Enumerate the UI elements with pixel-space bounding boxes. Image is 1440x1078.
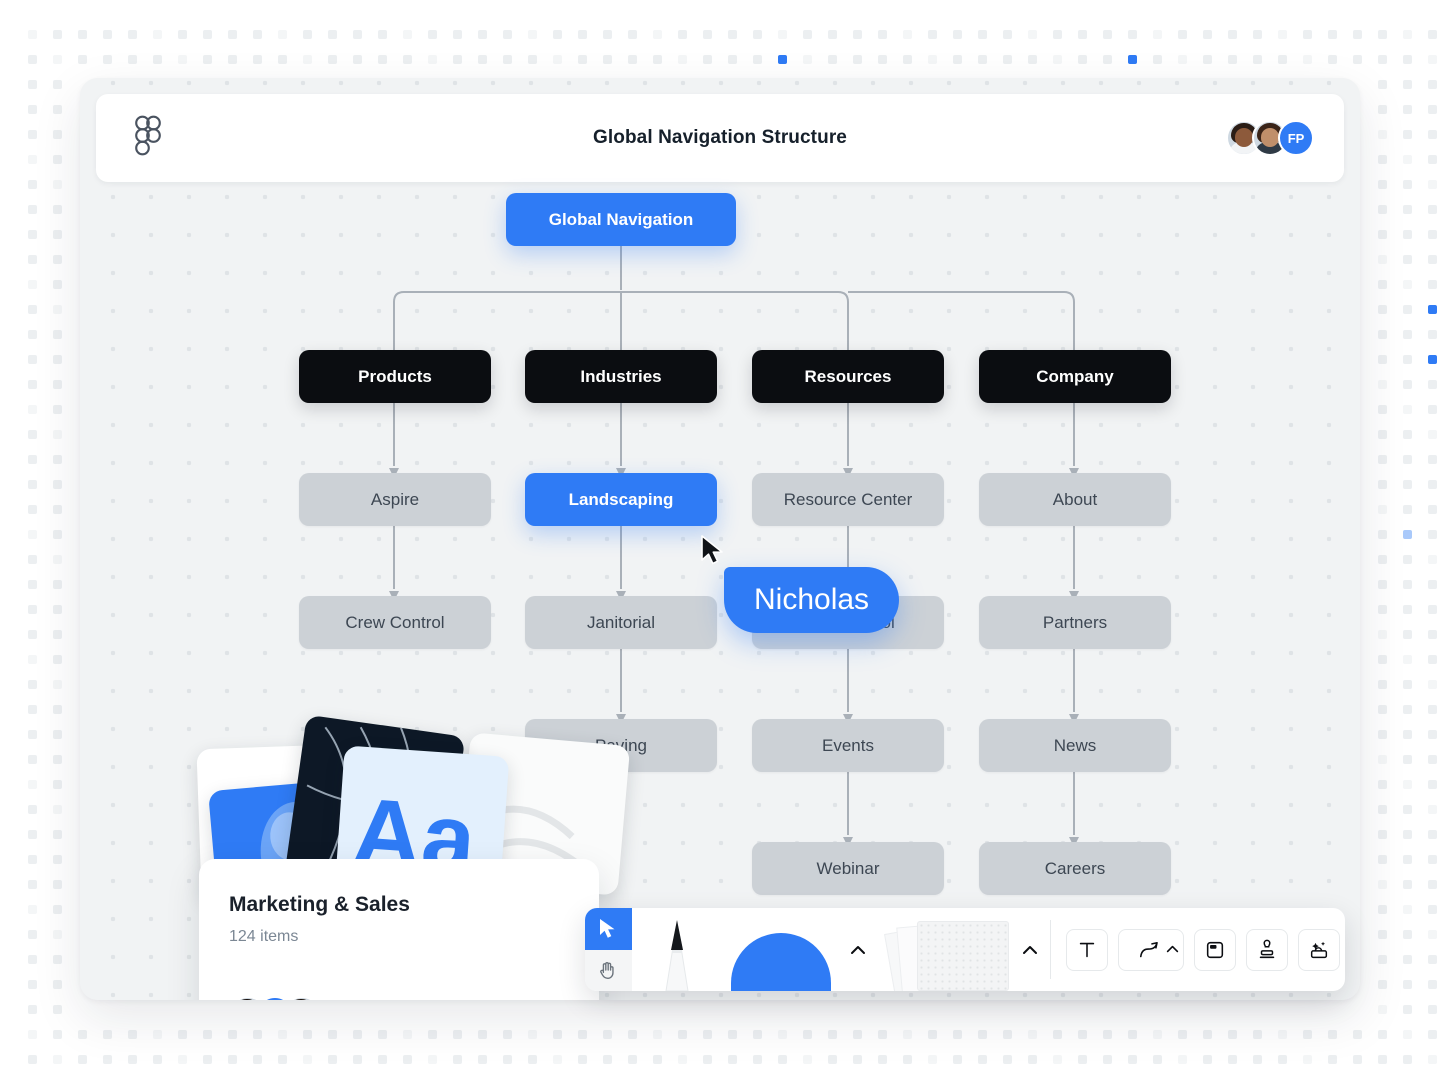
diagram-node-crew-control[interactable]: Crew Control: [299, 596, 491, 649]
file-card-members: C +12: [229, 996, 362, 1000]
diagram-node-root[interactable]: Global Navigation: [506, 193, 736, 246]
connector-expand[interactable]: [1166, 941, 1179, 959]
avatar[interactable]: [283, 996, 321, 1000]
node-label: Company: [1036, 366, 1114, 386]
remote-cursor-label: Nicholas: [724, 567, 900, 633]
frame-icon: [1206, 941, 1224, 958]
sticker-media-icon: [1310, 941, 1328, 958]
page-title: Global Navigation Structure: [593, 127, 847, 148]
diagram-node-resource-center[interactable]: Resource Center: [752, 473, 944, 526]
file-card[interactable]: Aa Marketing & Sales 124 items C: [196, 714, 631, 1000]
connector-arrow-icon: [1139, 941, 1158, 957]
text-tool-group: [1051, 908, 1345, 991]
sticky-note-tool[interactable]: [877, 908, 1010, 991]
hand-icon: [600, 962, 615, 980]
shape-icon: [731, 933, 832, 991]
diagram-node-janitorial[interactable]: Janitorial: [525, 596, 717, 649]
node-label: Careers: [1044, 858, 1106, 878]
node-label: Resources: [804, 366, 892, 386]
text-t-icon: [1079, 942, 1095, 957]
diagram-node-industries[interactable]: Industries: [525, 350, 717, 403]
node-label: Webinar: [816, 858, 880, 878]
toolbar: [585, 908, 1345, 991]
shape-tool-expand[interactable]: [838, 908, 877, 991]
diagram-node-careers[interactable]: Careers: [979, 842, 1171, 895]
node-label: About: [1052, 489, 1098, 509]
stamp-icon: [1259, 939, 1275, 958]
diagram-node-company[interactable]: Company: [979, 350, 1171, 403]
diagram-node-products[interactable]: Products: [299, 350, 491, 403]
select-tool[interactable]: [585, 908, 632, 950]
node-label: Landscaping: [568, 489, 674, 509]
app-window: Global Navigation Structure FP Global Na…: [80, 78, 1360, 1000]
chevron-up-icon: [850, 945, 865, 954]
sticky-note-expand[interactable]: [1009, 908, 1050, 991]
node-label: Events: [822, 735, 874, 755]
node-label: Janitorial: [586, 612, 656, 632]
text-tool[interactable]: [1066, 928, 1108, 971]
node-label: Crew Control: [345, 612, 445, 632]
diagram-node-news[interactable]: News: [979, 719, 1171, 772]
app-header: Global Navigation Structure FP: [96, 94, 1344, 182]
node-label: Products: [358, 366, 432, 386]
screen-root: Global Navigation Structure FP Global Na…: [0, 0, 1440, 1078]
select-hand-group: [585, 908, 632, 991]
avatar[interactable]: FP: [1278, 120, 1314, 156]
diagram-node-resources[interactable]: Resources: [752, 350, 944, 403]
diagram-node-landscaping[interactable]: Landscaping: [525, 473, 717, 526]
chevron-up-icon: [1022, 945, 1037, 954]
node-label: Resource Center: [783, 489, 913, 509]
file-card-subtitle: 124 items: [229, 928, 299, 945]
cursor-arrow-icon: [600, 918, 615, 938]
collaborator-avatars: FP: [1226, 120, 1314, 156]
diagram-node-aspire[interactable]: Aspire: [299, 473, 491, 526]
frame-tool[interactable]: [1194, 928, 1236, 971]
shape-tool[interactable]: [721, 908, 838, 991]
pen-tool[interactable]: [632, 908, 722, 991]
diagram-node-partners[interactable]: Partners: [979, 596, 1171, 649]
node-label: Global Navigation: [548, 209, 694, 229]
diagram-node-about[interactable]: About: [979, 473, 1171, 526]
avatar[interactable]: [229, 996, 267, 1000]
chevron-up-icon: [1166, 945, 1179, 952]
avatar-initials: FP: [1287, 130, 1305, 146]
stamp-tool[interactable]: [1246, 928, 1288, 971]
cursor-arrow-icon: [701, 535, 723, 565]
sticker-tool[interactable]: [1298, 928, 1340, 971]
node-label: Industries: [580, 366, 662, 386]
connector-tool[interactable]: [1118, 928, 1184, 971]
hand-tool[interactable]: [585, 949, 632, 991]
diagram-node-events[interactable]: Events: [752, 719, 944, 772]
node-label: Partners: [1042, 612, 1108, 632]
file-card-title: Marketing & Sales: [229, 893, 410, 916]
pen-icon: [665, 920, 689, 991]
node-label: News: [1053, 735, 1097, 755]
sticky-note-icon: [917, 921, 1010, 991]
diagram-node-webinar[interactable]: Webinar: [752, 842, 944, 895]
file-card-body: Marketing & Sales 124 items C: [199, 859, 599, 1000]
node-label: Aspire: [370, 489, 420, 509]
